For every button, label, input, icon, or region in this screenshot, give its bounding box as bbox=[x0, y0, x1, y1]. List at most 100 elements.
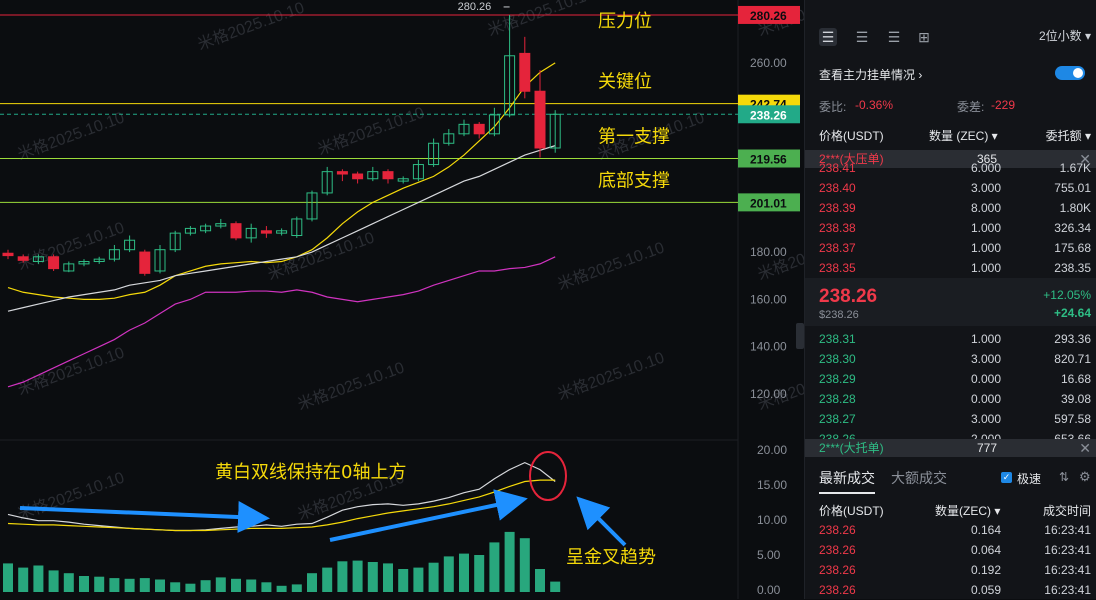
bid-total: 820.71 bbox=[1054, 352, 1091, 366]
ask-total: 1.67K bbox=[1059, 161, 1091, 175]
volume-bar bbox=[413, 567, 424, 592]
candlestick-chart[interactable]: 米格2025.10.10 米格2025.10.10 米格2025.10.10 米格20… bbox=[0, 0, 804, 599]
bid-qty: 3.000 bbox=[970, 352, 1001, 366]
settings-icon[interactable]: ⚙ bbox=[1079, 469, 1091, 485]
volume-bar bbox=[367, 562, 378, 592]
ask-total: 326.34 bbox=[1054, 221, 1091, 235]
col-total-label: 委托额 bbox=[1045, 129, 1082, 143]
volume-bar bbox=[459, 553, 469, 592]
volume-bar bbox=[18, 567, 29, 592]
depth-icon[interactable]: ⊞ bbox=[915, 28, 933, 46]
depth-toggle[interactable] bbox=[1055, 66, 1085, 80]
ask-qty: 1.000 bbox=[970, 221, 1001, 235]
trades-col-qty[interactable]: 数量(ZEC) ▾ bbox=[935, 502, 1000, 519]
ask-qty: 8.000 bbox=[970, 201, 1001, 215]
ask-price: 238.35 bbox=[819, 261, 856, 275]
sub-y-tick-label: 10.00 bbox=[757, 513, 787, 527]
ask-row[interactable]: 238.40 3.000 755.01 bbox=[805, 178, 1096, 198]
ask-row[interactable]: 238.35 1.000 238.35 bbox=[805, 258, 1096, 278]
last-price-block: 238.26 $238.26 +12.05% +24.64 bbox=[805, 278, 1096, 326]
decimal-label: 2位小数 bbox=[1038, 29, 1082, 43]
candle-body bbox=[336, 171, 348, 175]
tab-underline bbox=[819, 492, 875, 494]
candle-body bbox=[260, 230, 272, 234]
candle-body bbox=[230, 223, 242, 239]
col-qty[interactable]: 数量 (ZEC) ▾ bbox=[929, 127, 998, 144]
bid-price: 238.29 bbox=[819, 372, 856, 386]
trade-price: 238.26 bbox=[819, 543, 856, 557]
ask-total: 1.80K bbox=[1059, 201, 1091, 215]
trade-qty: 0.192 bbox=[970, 563, 1001, 577]
bid-row[interactable]: 238.27 3.000 597.58 bbox=[805, 409, 1096, 429]
volume-bar bbox=[307, 573, 317, 592]
level-tag-text: 219.56 bbox=[750, 153, 787, 167]
volume-bar bbox=[155, 579, 165, 592]
chart-canvas[interactable]: 米格2025.10.10 米格2025.10.10米格2025.10.10 米格20… bbox=[0, 0, 804, 599]
bid-qty: 0.000 bbox=[970, 372, 1001, 386]
big-bid-label: 2***(大托单) bbox=[819, 441, 884, 455]
bid-row[interactable]: 238.29 0.000 16.68 bbox=[805, 369, 1096, 389]
change-abs: +24.64 bbox=[1053, 306, 1091, 320]
volume-bar bbox=[291, 584, 302, 592]
ask-row[interactable]: 238.37 1.000 175.68 bbox=[805, 238, 1096, 258]
ask-row[interactable]: 238.39 8.000 1.80K bbox=[805, 198, 1096, 218]
volume-bar bbox=[276, 585, 287, 592]
volume-bar bbox=[474, 555, 485, 592]
bid-price: 238.30 bbox=[819, 352, 856, 366]
tab-latest-trades[interactable]: 最新成交 bbox=[819, 468, 875, 488]
bid-row[interactable]: 238.28 0.000 39.08 bbox=[805, 389, 1096, 409]
watermark-text: 米格2025.10.10 bbox=[485, 0, 597, 40]
trade-price: 238.26 bbox=[819, 523, 856, 537]
last-price-usd: $238.26 bbox=[819, 309, 859, 321]
trade-total: 16:23:41 bbox=[1044, 583, 1091, 597]
tab-large-trades[interactable]: 大额成交 bbox=[891, 468, 947, 488]
sort-icon[interactable]: ⇅ bbox=[1059, 470, 1069, 484]
watermark-text: 米格2025.10.10 bbox=[265, 228, 377, 283]
ask-qty: 1.000 bbox=[970, 241, 1001, 255]
bids-only-icon[interactable]: ☰ bbox=[853, 28, 871, 46]
bid-row[interactable]: 238.31 1.000 293.36 bbox=[805, 329, 1096, 349]
trade-qty: 0.059 bbox=[970, 583, 1001, 597]
watermark-text: 米格2025.10.10 bbox=[15, 343, 127, 398]
ask-qty: 3.000 bbox=[970, 181, 1001, 195]
y-tick-label: 120.00 bbox=[750, 387, 787, 401]
ask-price: 238.37 bbox=[819, 241, 856, 255]
trade-row[interactable]: 238.26 0.192 16:23:41 bbox=[805, 560, 1096, 580]
volume-bar bbox=[185, 583, 196, 592]
annotation-text: 呈金叉趋势 bbox=[566, 547, 656, 568]
orderbook-panel: ☰ ☰ ☰ ⊞ 2位小数 ▾ 查看主力挂单情况 › 委比: -0.36% 委差:… bbox=[804, 0, 1096, 599]
ask-price: 238.38 bbox=[819, 221, 856, 235]
ask-row[interactable]: 238.41 6.000 1.67K bbox=[805, 158, 1096, 178]
level-label: 第一支撑 bbox=[598, 127, 670, 148]
col-total[interactable]: 委托额 ▾ bbox=[1046, 127, 1091, 144]
both-sides-icon[interactable]: ☰ bbox=[819, 28, 837, 46]
big-bid-bar: 2***(大托单) 777 ✕ bbox=[805, 439, 1096, 457]
bid-total: 597.58 bbox=[1054, 412, 1091, 426]
ratio-label: 委比: bbox=[819, 100, 847, 114]
watermark-text: 米格2025.10.10 bbox=[195, 0, 307, 54]
level-label: 关键位 bbox=[598, 72, 652, 93]
volume-bar bbox=[109, 578, 120, 592]
trade-row[interactable]: 238.26 0.064 16:23:41 bbox=[805, 540, 1096, 560]
volume-bar bbox=[139, 578, 150, 592]
trade-qty: 0.164 bbox=[970, 523, 1001, 537]
trade-row[interactable]: 238.26 0.059 16:23:41 bbox=[805, 580, 1096, 600]
y-tick-label: 140.00 bbox=[750, 340, 787, 354]
watermark-text: 米格2025.10.10 bbox=[295, 358, 407, 413]
volume-bar bbox=[535, 569, 545, 592]
y-tick-label: 180.00 bbox=[750, 245, 787, 259]
bid-row[interactable]: 238.30 3.000 820.71 bbox=[805, 349, 1096, 369]
fast-checkbox[interactable]: ✓ bbox=[1001, 472, 1012, 483]
asks-only-icon[interactable]: ☰ bbox=[885, 28, 903, 46]
diff-label: 委差: bbox=[957, 100, 985, 114]
volume-bar bbox=[322, 567, 333, 592]
ask-row[interactable]: 238.38 1.000 326.34 bbox=[805, 218, 1096, 238]
trades-col-price: 价格(USDT) bbox=[819, 504, 884, 518]
decimal-select[interactable]: 2位小数 ▾ bbox=[1039, 27, 1091, 44]
watermark-text: 米格2025.10.10 bbox=[555, 238, 667, 293]
watermark-text: 米格2025.10.10 bbox=[315, 103, 427, 158]
volume-bar bbox=[443, 556, 454, 592]
close-icon[interactable]: ✕ bbox=[1079, 439, 1091, 457]
bid-total: 39.08 bbox=[1060, 392, 1091, 406]
trade-row[interactable]: 238.26 0.164 16:23:41 bbox=[805, 520, 1096, 540]
